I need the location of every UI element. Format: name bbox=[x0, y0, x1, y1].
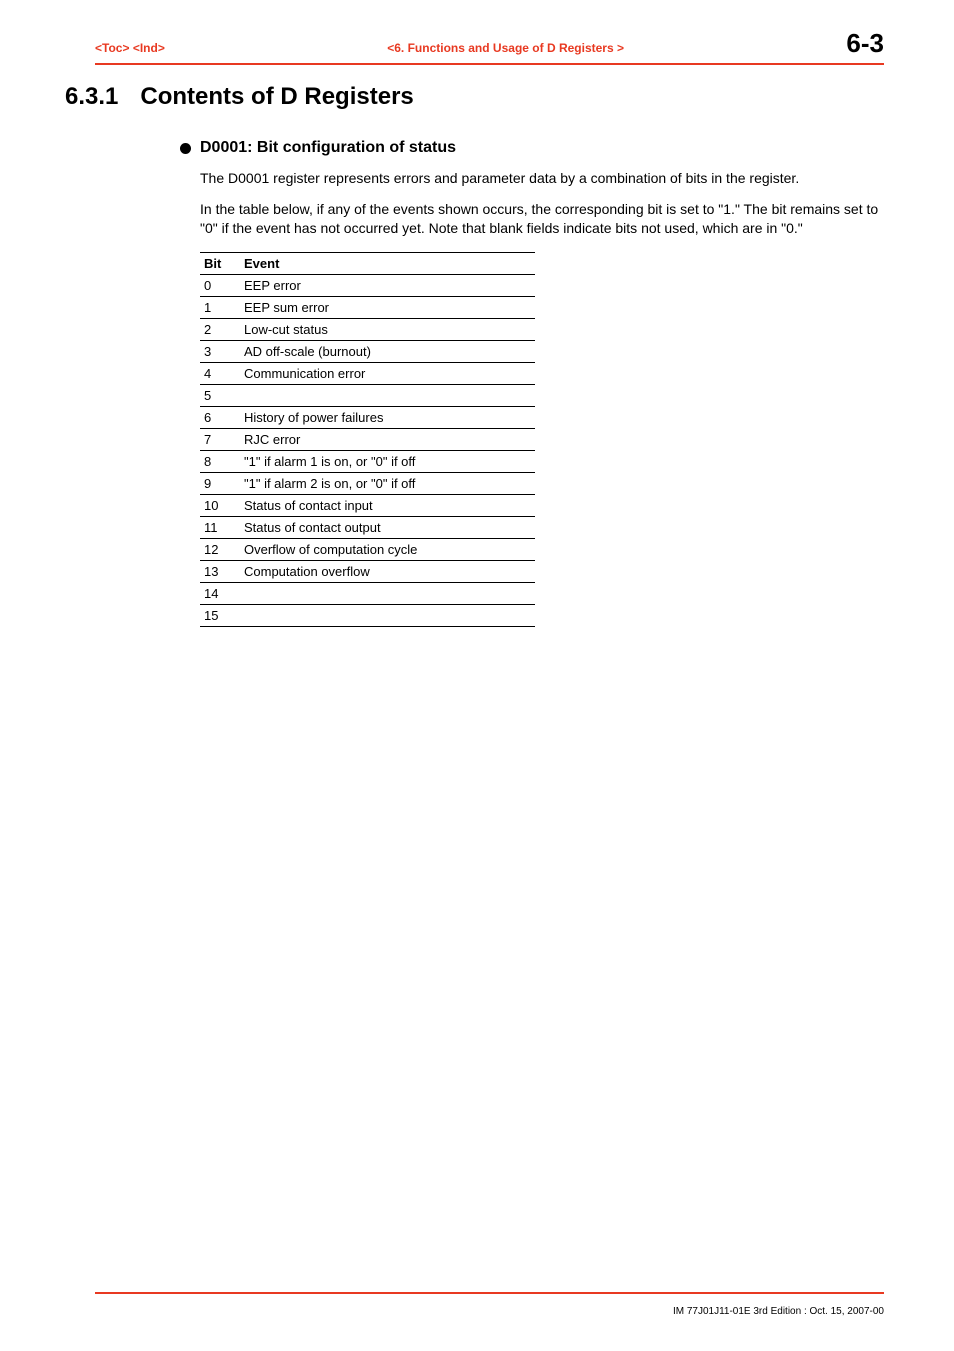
cell-bit: 1 bbox=[200, 296, 240, 318]
cell-bit: 2 bbox=[200, 318, 240, 340]
page-header: <Toc> <Ind> <6. Functions and Usage of D… bbox=[95, 28, 884, 65]
table-row: 8"1" if alarm 1 is on, or "0" if off bbox=[200, 450, 535, 472]
table-row: 6History of power failures bbox=[200, 406, 535, 428]
table-row: 15 bbox=[200, 604, 535, 626]
cell-event: EEP error bbox=[240, 274, 535, 296]
page-number: 6-3 bbox=[846, 28, 884, 59]
bit-event-table: Bit Event 0EEP error 1EEP sum error 2Low… bbox=[200, 252, 535, 627]
section-heading: 6.3.1 Contents of D Registers bbox=[65, 83, 884, 111]
cell-bit: 3 bbox=[200, 340, 240, 362]
cell-event bbox=[240, 582, 535, 604]
cell-event bbox=[240, 384, 535, 406]
toc-link[interactable]: <Toc> bbox=[95, 41, 129, 55]
cell-event: RJC error bbox=[240, 428, 535, 450]
chapter-label: <6. Functions and Usage of D Registers > bbox=[387, 41, 624, 55]
cell-event: Status of contact input bbox=[240, 494, 535, 516]
cell-event: EEP sum error bbox=[240, 296, 535, 318]
cell-bit: 15 bbox=[200, 604, 240, 626]
cell-bit: 4 bbox=[200, 362, 240, 384]
table-row: 2Low-cut status bbox=[200, 318, 535, 340]
table-row: 11Status of contact output bbox=[200, 516, 535, 538]
cell-bit: 11 bbox=[200, 516, 240, 538]
cell-event: Communication error bbox=[240, 362, 535, 384]
subheading-text: D0001: Bit configuration of status bbox=[200, 139, 456, 157]
table-row: 4Communication error bbox=[200, 362, 535, 384]
table-row: 7RJC error bbox=[200, 428, 535, 450]
cell-bit: 9 bbox=[200, 472, 240, 494]
table-row: 3AD off-scale (burnout) bbox=[200, 340, 535, 362]
cell-bit: 8 bbox=[200, 450, 240, 472]
cell-event: Low-cut status bbox=[240, 318, 535, 340]
cell-bit: 14 bbox=[200, 582, 240, 604]
paragraph-1: The D0001 register represents errors and… bbox=[200, 169, 884, 188]
cell-bit: 5 bbox=[200, 384, 240, 406]
bullet-icon bbox=[180, 143, 191, 154]
cell-event: Status of contact output bbox=[240, 516, 535, 538]
col-header-bit: Bit bbox=[200, 252, 240, 274]
table-row: 10Status of contact input bbox=[200, 494, 535, 516]
cell-bit: 7 bbox=[200, 428, 240, 450]
table-row: 5 bbox=[200, 384, 535, 406]
table-row: 13Computation overflow bbox=[200, 560, 535, 582]
cell-bit: 6 bbox=[200, 406, 240, 428]
table-row: 0EEP error bbox=[200, 274, 535, 296]
section-number: 6.3.1 bbox=[65, 83, 118, 111]
cell-event: History of power failures bbox=[240, 406, 535, 428]
table-row: 12Overflow of computation cycle bbox=[200, 538, 535, 560]
col-header-event: Event bbox=[240, 252, 535, 274]
paragraph-2: In the table below, if any of the events… bbox=[200, 200, 884, 238]
index-link[interactable]: <Ind> bbox=[133, 41, 165, 55]
footer-text: IM 77J01J11-01E 3rd Edition : Oct. 15, 2… bbox=[673, 1306, 884, 1317]
table-header-row: Bit Event bbox=[200, 252, 535, 274]
cell-event: AD off-scale (burnout) bbox=[240, 340, 535, 362]
page-footer: IM 77J01J11-01E 3rd Edition : Oct. 15, 2… bbox=[95, 1292, 884, 1317]
cell-bit: 10 bbox=[200, 494, 240, 516]
cell-bit: 12 bbox=[200, 538, 240, 560]
cell-bit: 0 bbox=[200, 274, 240, 296]
table-row: 14 bbox=[200, 582, 535, 604]
cell-event bbox=[240, 604, 535, 626]
cell-event: "1" if alarm 2 is on, or "0" if off bbox=[240, 472, 535, 494]
table-row: 1EEP sum error bbox=[200, 296, 535, 318]
table-row: 9"1" if alarm 2 is on, or "0" if off bbox=[200, 472, 535, 494]
cell-bit: 13 bbox=[200, 560, 240, 582]
cell-event: Computation overflow bbox=[240, 560, 535, 582]
cell-event: Overflow of computation cycle bbox=[240, 538, 535, 560]
cell-event: "1" if alarm 1 is on, or "0" if off bbox=[240, 450, 535, 472]
subheading: D0001: Bit configuration of status bbox=[180, 139, 884, 157]
section-title-text: Contents of D Registers bbox=[140, 83, 413, 111]
